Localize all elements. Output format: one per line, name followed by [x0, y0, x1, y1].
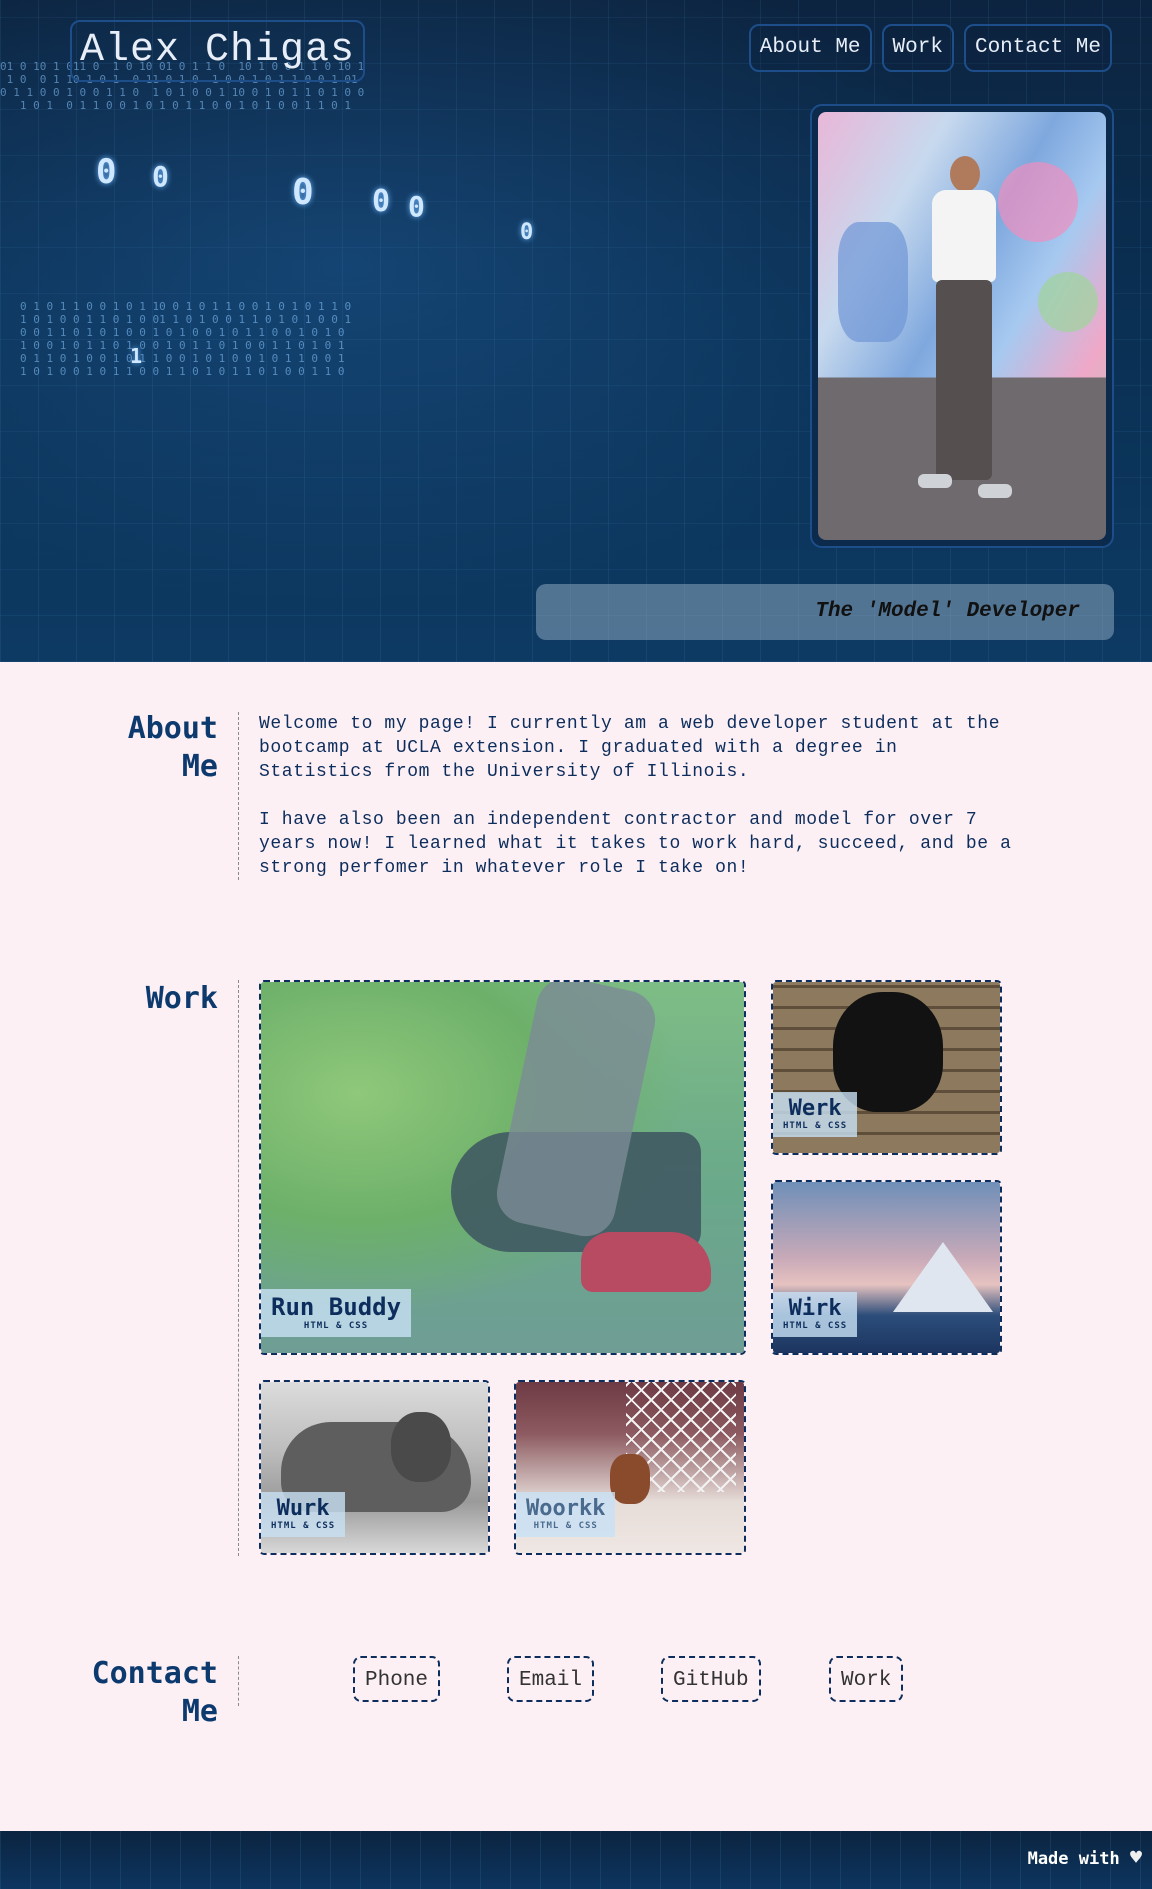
glyph-zero: 0 — [152, 160, 169, 193]
project-tech: HTML & CSS — [303, 1321, 369, 1331]
hero-header: 01 0 10 1 011 0 1 0 10 01 0 1 1 0 10 1 0… — [0, 0, 1152, 662]
mountain-peak — [893, 1242, 993, 1312]
project-card-run-buddy[interactable]: Run Buddy HTML & CSS — [259, 980, 746, 1355]
heart-icon: ♥ — [1129, 1845, 1142, 1869]
project-label: Wirk HTML & CSS — [773, 1292, 858, 1337]
nav-work[interactable]: Work — [881, 24, 954, 72]
contact-divider — [238, 1656, 239, 1706]
tagline: The 'Model' Developer — [536, 584, 1114, 640]
project-label: Run Buddy HTML & CSS — [261, 1289, 412, 1337]
runner-shoe — [581, 1232, 711, 1292]
glyph-zero: 0 — [372, 184, 391, 219]
project-name: Woorkk — [526, 1496, 606, 1521]
contact-title-line2: Me — [181, 1694, 218, 1729]
about-title: About Me — [90, 710, 218, 786]
nav-contact-me[interactable]: Contact Me — [963, 24, 1112, 72]
footer-text: Made with ♥ — [1028, 1845, 1142, 1869]
project-name: Run Buddy — [271, 1293, 402, 1321]
person-shirt — [932, 190, 996, 282]
work-title: Work — [145, 981, 218, 1016]
contact-title: Contact Me — [40, 1655, 218, 1731]
matrix-background-2: 0 1 0 1 1 0 0 1 0 1 10 0 1 0 1 1 0 0 1 0… — [20, 300, 352, 378]
person-shoe — [978, 484, 1012, 498]
project-tech: HTML & CSS — [783, 1321, 848, 1331]
contact-title-line1: Contact — [91, 1656, 218, 1691]
portrait-frame — [810, 104, 1114, 548]
about-paragraph: I have also been an independent contract… — [259, 810, 1012, 878]
footer-made-with: Made with — [1027, 1849, 1120, 1869]
project-name: Wirk — [788, 1296, 842, 1321]
about-title-line2: Me — [181, 749, 218, 784]
glyph-zero: 0 — [408, 190, 425, 223]
portrait-photo — [818, 112, 1106, 540]
project-name: Wurk — [276, 1496, 330, 1521]
site-logo[interactable]: Alex Chigas — [70, 20, 366, 82]
nav-about-me[interactable]: About Me — [748, 24, 872, 72]
glyph-zero: 0 — [292, 172, 314, 213]
mural-shape — [1038, 272, 1098, 332]
work-divider — [238, 980, 239, 1556]
mural-shape — [838, 222, 908, 342]
project-card-wurk[interactable]: Wurk HTML & CSS — [259, 1380, 490, 1555]
person-head — [950, 156, 980, 192]
contact-work-button[interactable]: Work — [829, 1656, 904, 1702]
person-shoe — [918, 474, 952, 488]
about-title-line1: About — [127, 711, 218, 746]
glyph-one: 1 — [130, 344, 143, 368]
glyph-zero: 0 — [96, 152, 117, 192]
contact-phone-button[interactable]: Phone — [353, 1656, 441, 1702]
walrus-head — [391, 1412, 451, 1482]
mural-shape — [998, 162, 1078, 242]
project-tech: HTML & CSS — [271, 1521, 336, 1531]
contact-email-button[interactable]: Email — [507, 1656, 595, 1702]
project-tech: HTML & CSS — [533, 1521, 598, 1531]
contact-github-button[interactable]: GitHub — [661, 1656, 761, 1702]
project-card-werk[interactable]: Werk HTML & CSS — [771, 980, 1002, 1155]
person-legs — [936, 280, 992, 480]
project-label: Werk HTML & CSS — [773, 1092, 858, 1137]
footer: Made with ♥ — [0, 1831, 1152, 1889]
project-name: Werk — [788, 1096, 842, 1121]
project-card-wirk[interactable]: Wirk HTML & CSS — [771, 1180, 1002, 1355]
project-card-woorkk[interactable]: Woorkk HTML & CSS — [514, 1380, 746, 1555]
about-paragraph: Welcome to my page! I currently am a web… — [259, 714, 1001, 782]
dog — [610, 1454, 650, 1504]
project-tech: HTML & CSS — [783, 1121, 848, 1131]
about-text: Welcome to my page! I currently am a web… — [259, 712, 1019, 904]
project-label: Wurk HTML & CSS — [261, 1492, 346, 1537]
project-label: Woorkk HTML & CSS — [516, 1492, 616, 1537]
glyph-zero: 0 — [520, 220, 534, 245]
about-divider — [238, 712, 239, 880]
main-nav: About Me Work Contact Me — [748, 24, 1112, 72]
